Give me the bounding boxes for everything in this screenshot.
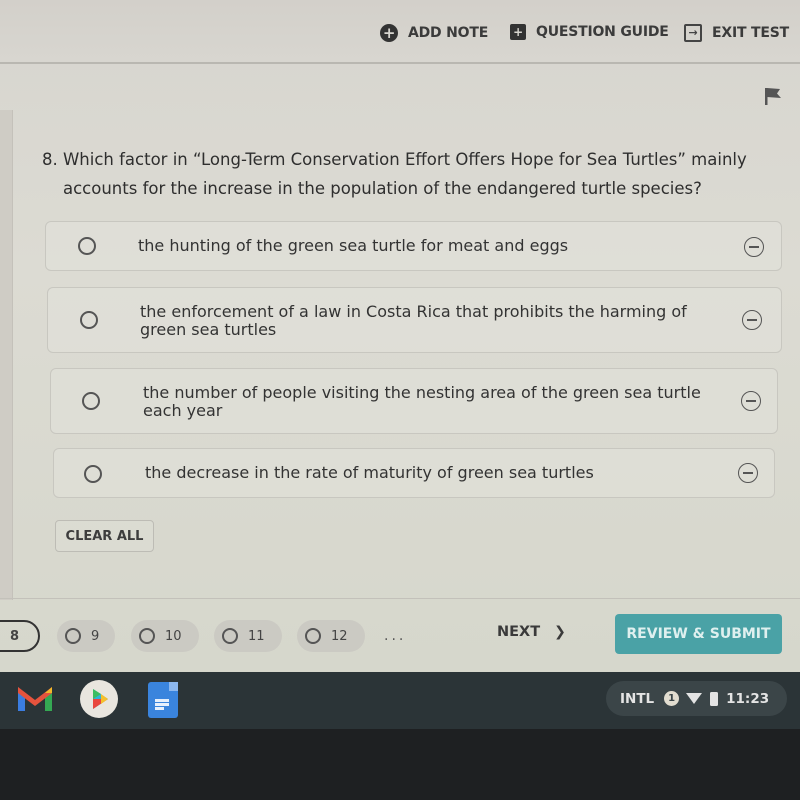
question-line-2: accounts for the increase in the populat…	[63, 179, 702, 198]
radio-button[interactable]	[78, 237, 96, 255]
clock: 11:23	[726, 690, 770, 707]
add-note-label: ADD NOTE	[408, 25, 489, 41]
radio-button[interactable]	[82, 392, 100, 410]
option-text: the number of people visiting the nestin…	[143, 383, 701, 420]
guide-icon: +	[510, 24, 526, 40]
question-number: 11	[248, 628, 265, 644]
add-note-button[interactable]: + ADD NOTE	[380, 24, 488, 42]
question-nav-11[interactable]: 11	[214, 620, 282, 652]
radio-button[interactable]	[80, 311, 98, 329]
option-text: the enforcement of a law in Costa Rica t…	[140, 302, 687, 339]
play-store-icon[interactable]	[80, 680, 118, 718]
answer-option-b[interactable]: the enforcement of a law in Costa Rica t…	[47, 287, 782, 353]
radio-circle-icon	[222, 628, 238, 644]
question-guide-label: QUESTION GUIDE	[536, 24, 669, 40]
plus-circle-icon: +	[380, 24, 398, 42]
flag-icon[interactable]	[763, 86, 783, 106]
next-button[interactable]: NEXT ❯	[497, 624, 566, 640]
answer-option-c[interactable]: the number of people visiting the nestin…	[50, 368, 778, 434]
eliminate-icon[interactable]	[738, 463, 758, 483]
gmail-icon[interactable]	[16, 683, 54, 713]
option-text: the decrease in the rate of maturity of …	[145, 463, 594, 482]
system-tray[interactable]: INTL 1 11:23	[606, 681, 787, 716]
question-line-1: 8. Which factor in “Long-Term Conservati…	[42, 150, 747, 169]
notification-badge: 1	[664, 691, 680, 706]
eliminate-icon[interactable]	[741, 391, 761, 411]
exit-icon: →	[684, 24, 702, 42]
google-docs-icon[interactable]	[148, 682, 178, 718]
question-number: 10	[165, 628, 182, 644]
input-method-label: INTL	[620, 690, 655, 707]
chevron-right-icon: ❯	[554, 624, 566, 640]
question-nav-current[interactable]: 8	[0, 620, 40, 652]
more-questions-ellipsis[interactable]: ...	[384, 628, 406, 644]
question-nav-10[interactable]: 10	[131, 620, 199, 652]
test-screen: + ADD NOTE + QUESTION GUIDE → EXIT TEST …	[0, 0, 800, 672]
side-panel-edge	[0, 110, 13, 600]
exit-test-label: EXIT TEST	[712, 25, 789, 41]
footer-divider	[0, 598, 800, 599]
option-text: the hunting of the green sea turtle for …	[138, 236, 569, 255]
radio-circle-icon	[305, 628, 321, 644]
screen-bezel	[0, 729, 800, 800]
question-guide-button[interactable]: + QUESTION GUIDE	[510, 24, 669, 40]
exit-test-button[interactable]: → EXIT TEST	[684, 24, 789, 42]
battery-icon	[710, 691, 719, 706]
answer-option-d[interactable]: the decrease in the rate of maturity of …	[53, 448, 775, 498]
wifi-icon	[686, 693, 703, 704]
answer-option-a[interactable]: the hunting of the green sea turtle for …	[45, 221, 782, 271]
radio-button[interactable]	[84, 465, 102, 483]
top-toolbar: + ADD NOTE + QUESTION GUIDE → EXIT TEST	[0, 0, 800, 64]
next-label: NEXT	[497, 624, 541, 640]
question-number: 12	[331, 628, 348, 644]
eliminate-icon[interactable]	[744, 237, 764, 257]
question-text: 8. Which factor in “Long-Term Conservati…	[42, 145, 782, 203]
question-nav-12[interactable]: 12	[297, 620, 365, 652]
review-submit-button[interactable]: REVIEW & SUBMIT	[615, 614, 782, 654]
radio-circle-icon	[65, 628, 81, 644]
question-nav-9[interactable]: 9	[57, 620, 115, 652]
question-number: 9	[91, 628, 100, 644]
clear-all-button[interactable]: CLEAR ALL	[55, 520, 154, 552]
question-number: 8	[10, 628, 20, 644]
eliminate-icon[interactable]	[742, 310, 762, 330]
radio-circle-icon	[139, 628, 155, 644]
